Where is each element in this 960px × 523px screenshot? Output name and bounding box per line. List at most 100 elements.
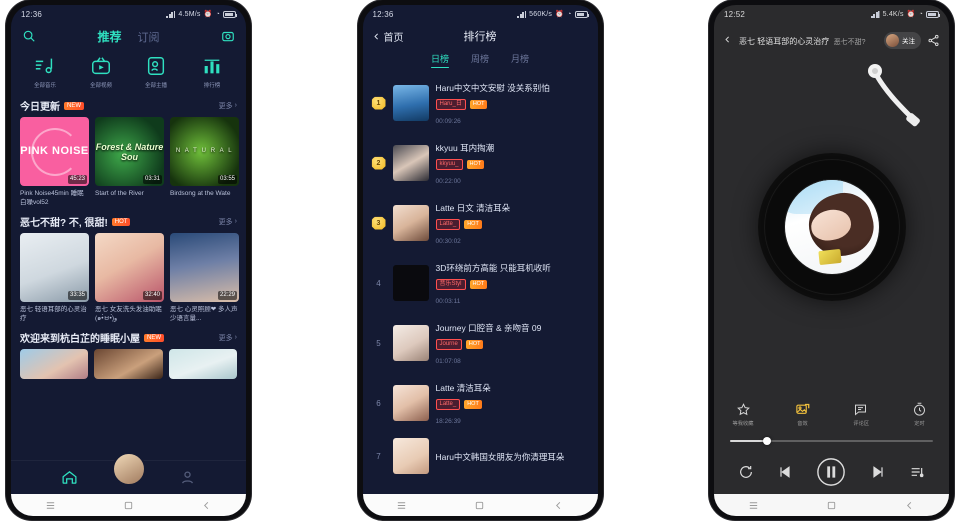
- back-icon[interactable]: [553, 500, 564, 511]
- action-favorite[interactable]: 等我收藏: [714, 402, 773, 427]
- next-icon[interactable]: [870, 464, 886, 480]
- quicknav-all-music[interactable]: 全部音乐: [17, 55, 73, 89]
- progress-bar[interactable]: [714, 432, 949, 450]
- back-icon[interactable]: [201, 500, 212, 511]
- action-label: 评论区: [853, 420, 869, 427]
- status-icons: 4.5M/s ⏰ ◔: [166, 10, 237, 18]
- tab-monthly[interactable]: 月榜: [511, 52, 529, 68]
- pause-icon[interactable]: [816, 457, 846, 487]
- card-art-text: Forest & Nature Sou: [95, 141, 164, 162]
- item-info: Latte 清洁耳朵 Latte_ HOT 18:26:39: [435, 378, 589, 428]
- list-item[interactable]: 2 kkyuu 耳内掏潮 kkyuu_ HOT 00:22:00: [363, 133, 598, 193]
- avatar-center-button[interactable]: [111, 452, 146, 486]
- action-timer[interactable]: 定时: [890, 402, 949, 427]
- share-icon[interactable]: [927, 34, 940, 47]
- home-square-icon[interactable]: [826, 500, 837, 511]
- list-item[interactable]: 7 Haru中文韩国女朋友为你清理耳朵: [363, 433, 598, 479]
- item-thumbnail: [392, 85, 429, 121]
- follow-button[interactable]: 关注: [884, 31, 921, 49]
- item-hot-badge: HOT: [464, 220, 482, 229]
- card-duration: 33:35: [67, 291, 87, 300]
- home-square-icon[interactable]: [474, 500, 485, 511]
- action-comments[interactable]: 评论区: [832, 402, 891, 427]
- list-item[interactable]: 6 Latte 清洁耳朵 Latte_ HOT 18:26:39: [363, 373, 598, 433]
- list-item[interactable]: 3 Latte 日文 清洁耳朵 Latte_ HOT 00:30:02: [363, 193, 598, 253]
- playlist-icon[interactable]: [909, 464, 925, 480]
- camera-icon[interactable]: [220, 28, 236, 44]
- player-artwork-area: [714, 57, 949, 396]
- menu-icon[interactable]: [396, 500, 407, 511]
- progress-knob[interactable]: [762, 437, 771, 445]
- action-label: 音效: [796, 420, 808, 427]
- phone-1-header: 推荐 订阅: [11, 23, 246, 49]
- quicknav-all-host[interactable]: 全部主播: [129, 55, 185, 89]
- phone-3: 12:52 5.4K/s ⏰ ◔ 恶七 轻语耳部的心灵治疗 恶七不甜? 关注 等…: [709, 0, 954, 520]
- tab-daily[interactable]: 日榜: [430, 52, 449, 68]
- tab-home-icon[interactable]: [61, 469, 78, 486]
- card-row-today: PINK NOISE 45:23 Pink Noise45min 睡眠白噪vol…: [11, 117, 246, 207]
- phone-1: 12:36 4.5M/s ⏰ ◔ 推荐 订阅 全部音乐 全部视频 全部主播 排行…: [6, 0, 251, 520]
- alarm-icon: ⏰: [203, 11, 213, 18]
- card-item[interactable]: PINK NOISE 45:23 Pink Noise45min 睡眠白噪vol…: [20, 117, 89, 207]
- card-item[interactable]: 32:40 恶七 女友洗头发油助眠 (๑•̀ㅂ•́)و: [95, 233, 164, 323]
- tab-subscribe[interactable]: 订阅: [138, 29, 160, 45]
- quicknav-ranking[interactable]: 排行榜: [184, 55, 240, 89]
- card-item[interactable]: Forest & Nature Sou 03:31 Start of the R…: [95, 117, 164, 207]
- rank-badge: 6: [376, 398, 381, 408]
- card-item[interactable]: 33:35 恶七 轻语耳部的心灵治疗: [20, 233, 89, 323]
- card-item[interactable]: [168, 349, 237, 379]
- back-icon[interactable]: [904, 500, 915, 511]
- repeat-icon[interactable]: [738, 464, 754, 480]
- tv-icon: [90, 55, 112, 77]
- signal-icon: [517, 10, 527, 18]
- search-icon[interactable]: [21, 28, 37, 44]
- menu-icon[interactable]: [45, 500, 56, 511]
- status-icons: 5.4K/s ⏰ ◔: [870, 10, 940, 18]
- list-item[interactable]: 4 3D环绕前方高能 只能耳机收听 音乐Styl HOT 00:03:11: [363, 253, 598, 313]
- ranking-tabs: 日榜 周榜 月榜: [363, 49, 598, 71]
- tab-user-icon[interactable]: [179, 469, 196, 486]
- phone-2-screen: 12:36 560K/s ⏰ ◔ 首页 排行榜 日榜 周榜 月榜 1 Haru中…: [362, 5, 598, 516]
- item-duration: 00:09:26: [435, 118, 461, 125]
- menu-icon[interactable]: [748, 500, 759, 511]
- quicknav-all-video[interactable]: 全部视频: [73, 55, 129, 89]
- back-button[interactable]: 首页: [372, 29, 404, 44]
- list-item[interactable]: 1 Haru中文中文安慰 没关系别怕 Haru_日 HOT 00:09:26: [363, 73, 598, 133]
- previous-icon[interactable]: [777, 464, 793, 480]
- star-icon: [736, 402, 751, 417]
- section-more-link[interactable]: 更多 ›: [219, 101, 237, 111]
- back-button[interactable]: [723, 31, 733, 49]
- card-item[interactable]: 22:29 恶七 心灵照顾❤ 多人声少语言量...: [170, 233, 239, 323]
- signal-icon: [870, 10, 880, 18]
- card-item[interactable]: N A T U R A L 03:55 Birdsong at the Wate: [170, 117, 239, 207]
- section-title: 欢迎来到杭白芷的睡眠小屋: [20, 334, 140, 345]
- card-item[interactable]: [94, 349, 163, 379]
- action-sound-effect[interactable]: 音效: [773, 402, 832, 427]
- progress-fill: [730, 440, 767, 442]
- card-thumbnail: PINK NOISE 45:23: [20, 117, 89, 186]
- card-duration: 03:31: [142, 175, 162, 184]
- ranking-list[interactable]: 1 Haru中文中文安慰 没关系别怕 Haru_日 HOT 00:09:26 2: [363, 71, 598, 494]
- progress-track[interactable]: [730, 437, 933, 445]
- section-more-link[interactable]: 更多 ›: [219, 217, 237, 227]
- ring-decoration: [30, 127, 79, 176]
- timer-icon: [912, 402, 927, 417]
- phone-2: 12:36 560K/s ⏰ ◔ 首页 排行榜 日榜 周榜 月榜 1 Haru中…: [357, 0, 603, 520]
- chevron-right-icon: ›: [234, 218, 237, 225]
- android-nav-1: [11, 494, 246, 516]
- section-title: 今日更新: [20, 102, 60, 113]
- image-icon: [795, 402, 810, 417]
- track-titles: 恶七 轻语耳部的心灵治疗 恶七不甜?: [739, 31, 878, 49]
- tab-weekly[interactable]: 周榜: [471, 52, 489, 68]
- card-item[interactable]: [20, 349, 89, 379]
- home-square-icon[interactable]: [123, 500, 134, 511]
- vinyl-record: [757, 152, 906, 301]
- tab-recommend[interactable]: 推荐: [97, 28, 121, 45]
- more-label: 更多: [218, 334, 233, 342]
- section-more-link[interactable]: 更多 ›: [219, 333, 237, 343]
- status-bar-2: 12:36 560K/s ⏰ ◔: [363, 5, 598, 23]
- list-item[interactable]: 5 Journey 口腔音 & 亲吻音 09 Journe HOT 01:07:…: [363, 313, 598, 373]
- item-thumbnail: [392, 385, 429, 421]
- status-time: 12:36: [21, 9, 43, 19]
- track-title: 恶七 轻语耳部的心灵治疗: [739, 37, 830, 46]
